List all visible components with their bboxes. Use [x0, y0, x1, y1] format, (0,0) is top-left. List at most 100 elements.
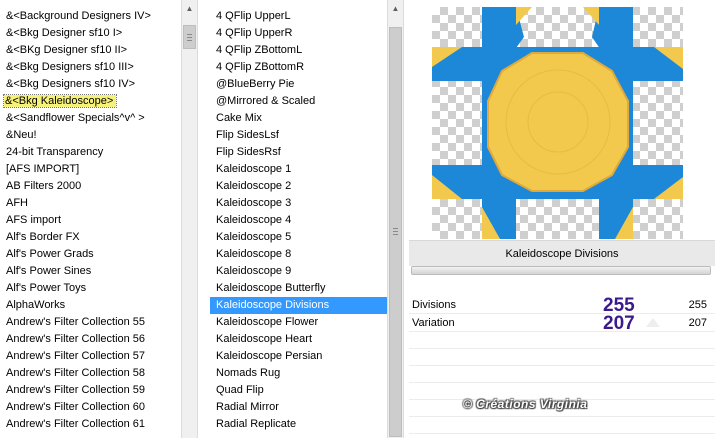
- category-label: &<Bkg Kaleidoscope>: [2, 94, 118, 108]
- category-label: Andrew's Filter Collection 60: [6, 401, 146, 413]
- category-label: Alf's Power Grads: [6, 248, 94, 260]
- category-item[interactable]: Alf's Power Toys: [0, 280, 181, 297]
- category-item[interactable]: &<Bkg Designers sf10 III>: [0, 59, 181, 76]
- category-item[interactable]: Andrew's Filter Collection 60: [0, 399, 181, 416]
- category-label: &<Bkg Designer sf10 I>: [6, 27, 123, 39]
- parameter-list: Divisions 255 255 Variation 207 207: [409, 296, 715, 434]
- category-item[interactable]: &<Background Designers IV>: [0, 8, 181, 25]
- category-item[interactable]: Alf's Power Grads: [0, 246, 181, 263]
- category-label: Alf's Border FX: [6, 231, 80, 243]
- filter-preview: [432, 7, 683, 239]
- category-item[interactable]: [AFS IMPORT]: [0, 161, 181, 178]
- filter-scroll-thumb[interactable]: [389, 27, 402, 437]
- category-label: Andrew's Filter Collection 55: [6, 316, 146, 328]
- filter-item[interactable]: Kaleidoscope 9: [210, 263, 387, 280]
- filter-item[interactable]: Flip SidesLsf: [210, 127, 387, 144]
- slider-marker[interactable]: [646, 318, 660, 327]
- category-item[interactable]: Andrew's Filter Collection 58: [0, 365, 181, 382]
- filter-item[interactable]: Nomads Rug: [210, 365, 387, 382]
- list-divider: [199, 0, 210, 438]
- category-item[interactable]: &Neu!: [0, 127, 181, 144]
- category-label: &<Sandflower Specials^v^ >: [6, 112, 145, 124]
- filter-scrollbar[interactable]: ▲: [387, 0, 404, 438]
- filter-item[interactable]: Kaleidoscope 3: [210, 195, 387, 212]
- scroll-up-icon[interactable]: ▲: [182, 0, 197, 17]
- category-item[interactable]: AB Filters 2000: [0, 178, 181, 195]
- category-item[interactable]: 24-bit Transparency: [0, 144, 181, 161]
- category-label: AlphaWorks: [6, 299, 66, 311]
- category-label: AFH: [6, 197, 28, 209]
- param-variation[interactable]: Variation 207 207: [409, 313, 715, 334]
- filter-item[interactable]: 4 QFlip UpperR: [210, 25, 387, 42]
- filter-item[interactable]: Flip SidesRsf: [210, 144, 387, 161]
- category-item[interactable]: AlphaWorks: [0, 297, 181, 314]
- filter-title: Kaleidoscope Divisions: [409, 240, 715, 266]
- category-label: Alf's Power Toys: [6, 282, 87, 294]
- category-item[interactable]: Andrew's Filter Collection 55: [0, 314, 181, 331]
- kaleidoscope-preview-image: [432, 7, 683, 239]
- param-divisions[interactable]: Divisions 255 255: [409, 296, 715, 316]
- param-empty-row: [409, 417, 715, 434]
- param-name: Divisions: [412, 299, 457, 311]
- category-item[interactable]: Alf's Power Sines: [0, 263, 181, 280]
- category-label: Andrew's Filter Collection 59: [6, 384, 146, 396]
- filter-item[interactable]: 4 QFlip ZBottomL: [210, 42, 387, 59]
- category-item[interactable]: Andrew's Filter Collection 59: [0, 382, 181, 399]
- category-label: &<Bkg Designers sf10 III>: [6, 61, 134, 73]
- category-list-panel[interactable]: &<Background Designers IV> &<Bkg Designer…: [0, 0, 181, 438]
- category-item[interactable]: &<BKg Designer sf10 II>: [0, 42, 181, 59]
- filter-item[interactable]: @Mirrored & Scaled: [210, 93, 387, 110]
- category-item[interactable]: &<Sandflower Specials^v^ >: [0, 110, 181, 127]
- filter-item[interactable]: 4 QFlip UpperL: [210, 8, 387, 25]
- category-item[interactable]: &<Bkg Designers sf10 IV>: [0, 76, 181, 93]
- filter-item[interactable]: Radial Mirror: [210, 399, 387, 416]
- category-item[interactable]: Andrew's Filter Collection 56: [0, 331, 181, 348]
- category-item[interactable]: Alf's Border FX: [0, 229, 181, 246]
- category-label: [AFS IMPORT]: [6, 163, 80, 175]
- filter-item[interactable]: Kaleidoscope 8: [210, 246, 387, 263]
- category-item[interactable]: Andrew's Filter Collection 57: [0, 348, 181, 365]
- category-label: Andrew's Filter Collection 57: [6, 350, 146, 362]
- filter-item[interactable]: Kaleidoscope Butterfly: [210, 280, 387, 297]
- filter-list[interactable]: 4 QFlip UpperL 4 QFlip UpperR 4 QFlip ZBot…: [210, 8, 387, 433]
- category-label: Alf's Power Sines: [6, 265, 92, 277]
- filter-item[interactable]: Kaleidoscope 4: [210, 212, 387, 229]
- progress-bar: [411, 266, 711, 275]
- filter-item[interactable]: Kaleidoscope Divisions: [210, 297, 387, 314]
- filter-item[interactable]: Kaleidoscope 5: [210, 229, 387, 246]
- category-scroll-thumb[interactable]: [183, 25, 196, 49]
- category-label: &<Background Designers IV>: [6, 10, 151, 22]
- param-value[interactable]: 255: [689, 296, 707, 314]
- watermark-text: © Créations Virginia: [463, 397, 588, 411]
- param-name: Variation: [412, 317, 455, 329]
- param-value[interactable]: 207: [689, 314, 707, 332]
- filter-item[interactable]: Cake Mix: [210, 110, 387, 127]
- filter-settings-panel: Kaleidoscope Divisions Divisions 255 255…: [405, 0, 715, 438]
- filter-list-panel[interactable]: 4 QFlip UpperL 4 QFlip UpperR 4 QFlip ZBot…: [210, 0, 387, 438]
- scroll-up-icon[interactable]: ▲: [388, 0, 403, 17]
- category-item[interactable]: &<Bkg Kaleidoscope>: [0, 93, 181, 110]
- filter-item[interactable]: Kaleidoscope 2: [210, 178, 387, 195]
- category-item[interactable]: AFS import: [0, 212, 181, 229]
- filter-item[interactable]: Radial Replicate: [210, 416, 387, 433]
- category-label: &<BKg Designer sf10 II>: [6, 44, 128, 56]
- category-label: 24-bit Transparency: [6, 146, 104, 158]
- filter-item[interactable]: Kaleidoscope Persian: [210, 348, 387, 365]
- category-label: AFS import: [6, 214, 62, 226]
- param-big-value: 207: [603, 313, 635, 334]
- category-label: Andrew's Filter Collection 58: [6, 367, 146, 379]
- filter-item[interactable]: Quad Flip: [210, 382, 387, 399]
- filter-item[interactable]: Kaleidoscope Heart: [210, 331, 387, 348]
- category-item[interactable]: AFH: [0, 195, 181, 212]
- category-list[interactable]: &<Background Designers IV> &<Bkg Designer…: [0, 8, 181, 433]
- filter-item[interactable]: @BlueBerry Pie: [210, 76, 387, 93]
- category-item[interactable]: Andrew's Filter Collection 61: [0, 416, 181, 433]
- category-label: &Neu!: [6, 129, 37, 141]
- category-item[interactable]: &<Bkg Designer sf10 I>: [0, 25, 181, 42]
- category-scrollbar[interactable]: ▲: [181, 0, 198, 438]
- filter-item[interactable]: Kaleidoscope Flower: [210, 314, 387, 331]
- param-empty-row: [409, 349, 715, 366]
- filter-item[interactable]: 4 QFlip ZBottomR: [210, 59, 387, 76]
- category-label: Andrew's Filter Collection 61: [6, 418, 146, 430]
- filter-item[interactable]: Kaleidoscope 1: [210, 161, 387, 178]
